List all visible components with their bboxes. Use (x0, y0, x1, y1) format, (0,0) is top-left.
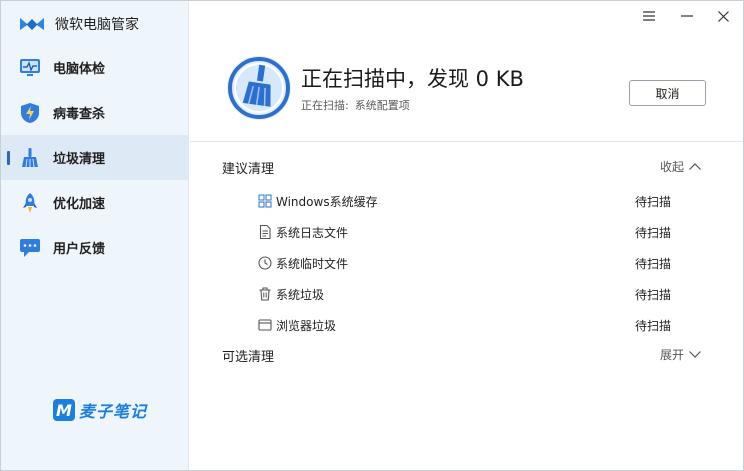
watermark-logo: M (53, 399, 75, 421)
cancel-button[interactable]: 取消 (629, 80, 706, 106)
trash-icon (259, 287, 271, 301)
section-title: 可选清理 (222, 350, 275, 365)
sidebar-item-junk-clean[interactable]: 垃圾清理 (1, 135, 188, 180)
sidebar-item-feedback[interactable]: 用户反馈 (1, 225, 188, 270)
list-item-temp-files[interactable]: 系统临时文件 待扫描 (190, 248, 743, 279)
item-label: 浏览器垃圾 (276, 319, 337, 333)
item-label: 系统日志文件 (276, 226, 349, 240)
chevron-up-icon (689, 163, 701, 170)
chevron-down-icon (689, 351, 701, 358)
browser-icon (258, 319, 272, 331)
expand-label: 展开 (660, 348, 685, 362)
scanning-broom-icon (227, 56, 291, 120)
document-icon (259, 225, 271, 239)
scan-title: 正在扫描中，发现 0 KB (301, 67, 524, 91)
watermark-text: 麦子笔记 (79, 402, 148, 421)
sidebar-item-label: 优化加速 (53, 197, 106, 212)
sidebar-item-virus-scan[interactable]: 病毒查杀 (1, 90, 188, 135)
minimize-button[interactable] (669, 5, 705, 27)
expand-toggle[interactable]: 展开 (660, 346, 701, 363)
list-item-system-junk[interactable]: 系统垃圾 待扫描 (190, 279, 743, 310)
app-logo-icon (20, 18, 44, 30)
menu-button[interactable] (631, 5, 667, 27)
recommended-items-list: Windows系统缓存 待扫描 系统日志文件 待扫描 系统临时文件 待扫描 系统… (190, 186, 743, 341)
list-item-browser-junk[interactable]: 浏览器垃圾 待扫描 (190, 310, 743, 341)
sidebar-item-optimize[interactable]: 优化加速 (1, 180, 188, 225)
item-label: 系统垃圾 (276, 288, 325, 302)
app-title: 微软电脑管家 (55, 17, 139, 33)
item-status: 待扫描 (635, 257, 672, 271)
watermark: M 麦子笔记 (53, 397, 147, 423)
sidebar-item-label: 病毒查杀 (53, 107, 106, 122)
scan-status-label: 正在扫描: (301, 99, 349, 112)
sidebar: 微软电脑管家 电脑体检 病毒查杀 垃圾清理 优化加速 用户反馈 M 麦子笔记 (1, 1, 189, 470)
collapse-label: 收起 (660, 160, 685, 174)
list-item-system-logs[interactable]: 系统日志文件 待扫描 (190, 217, 743, 248)
clock-icon (258, 256, 272, 270)
chat-icon (19, 237, 41, 259)
item-label: 系统临时文件 (276, 257, 349, 271)
sidebar-item-label: 垃圾清理 (53, 152, 106, 167)
section-optional-header: 可选清理 展开 (190, 343, 743, 367)
item-status: 待扫描 (635, 319, 672, 333)
sidebar-item-label: 用户反馈 (53, 242, 106, 257)
monitor-icon (19, 57, 41, 79)
shield-lightning-icon (19, 102, 41, 124)
item-status: 待扫描 (635, 288, 672, 302)
minimize-icon (681, 15, 693, 17)
sidebar-nav: 电脑体检 病毒查杀 垃圾清理 优化加速 用户反馈 (1, 45, 188, 270)
broom-icon (19, 147, 41, 169)
scan-header: 正在扫描中，发现 0 KB 正在扫描: 系统配置项 取消 (190, 31, 743, 142)
sidebar-item-label: 电脑体检 (53, 62, 106, 77)
scan-status: 正在扫描: 系统配置项 (301, 97, 410, 113)
section-recommended-header: 建议清理 收起 (190, 155, 743, 179)
section-title: 建议清理 (222, 162, 275, 177)
hamburger-icon (643, 11, 655, 21)
scan-status-value: 系统配置项 (354, 99, 410, 112)
item-status: 待扫描 (635, 195, 672, 209)
sidebar-item-pc-checkup[interactable]: 电脑体检 (1, 45, 188, 90)
collapse-toggle[interactable]: 收起 (660, 158, 701, 175)
brand: 微软电脑管家 (19, 13, 139, 35)
item-label: Windows系统缓存 (276, 195, 378, 209)
item-status: 待扫描 (635, 226, 672, 240)
close-button[interactable] (705, 5, 741, 27)
app-window: 微软电脑管家 电脑体检 病毒查杀 垃圾清理 优化加速 用户反馈 M 麦子笔记 正… (0, 0, 744, 471)
windows-icon (258, 194, 272, 208)
rocket-icon (19, 192, 41, 214)
close-icon (717, 10, 729, 22)
list-item-windows-cache[interactable]: Windows系统缓存 待扫描 (190, 186, 743, 217)
